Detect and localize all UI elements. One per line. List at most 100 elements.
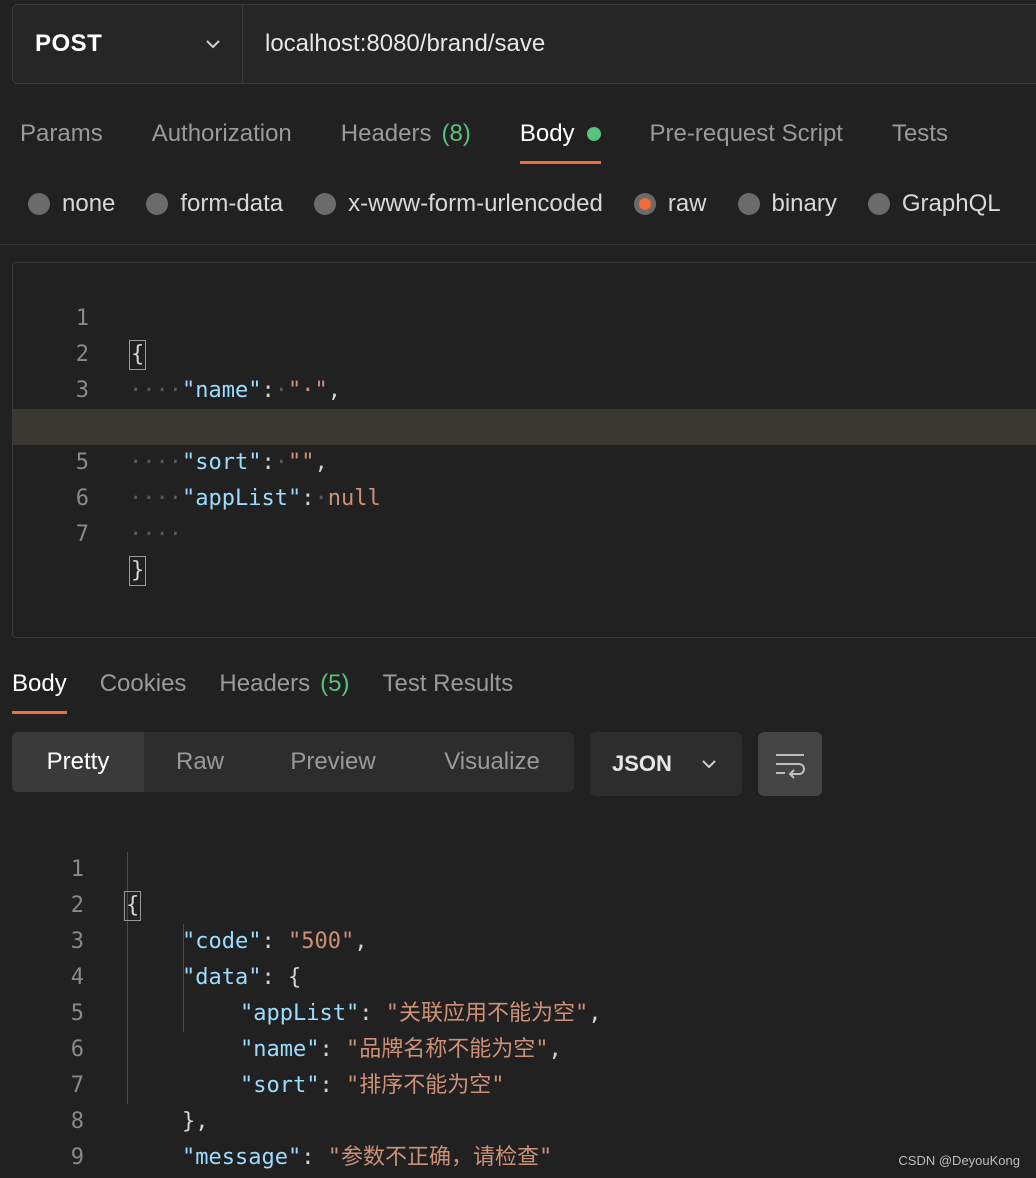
- line-number: 7: [75, 522, 89, 547]
- radio-label: raw: [667, 190, 707, 217]
- code-line: 5 "name": "品牌名称不能为空",: [0, 960, 562, 1062]
- json-value: "品牌名称不能为空": [345, 1037, 549, 1062]
- code-line: 4 ····"sort":·"",: [13, 373, 1036, 475]
- request-body-editor[interactable]: 1 { 2 ····"name":·"·", 3 ····"descriptio…: [12, 262, 1036, 638]
- tab-label: Body: [12, 670, 67, 697]
- radio-x-www-form-urlencoded[interactable]: x-www-form-urlencoded: [314, 190, 603, 218]
- headers-count: (8): [441, 120, 471, 147]
- format-label: JSON: [612, 751, 672, 776]
- json-key: "appList": [240, 1001, 360, 1026]
- format-select[interactable]: JSON: [590, 732, 742, 796]
- tab-label: Params: [20, 120, 103, 147]
- view-visualize[interactable]: Visualize: [410, 732, 574, 792]
- code-line: 7 },: [0, 1032, 209, 1134]
- radio-circle-icon: [28, 193, 50, 215]
- tab-label: Headers: [340, 120, 432, 147]
- radio-circle-icon: [314, 193, 337, 215]
- code-line: 2 ····"name":·"·",: [13, 301, 1036, 403]
- view-raw[interactable]: Raw: [144, 732, 256, 792]
- json-key: "data": [182, 965, 262, 990]
- tab-params[interactable]: Params: [20, 110, 103, 158]
- json-key: "name": [240, 1037, 320, 1062]
- comma: ,: [354, 929, 368, 954]
- tab-label: Cookies: [99, 670, 187, 697]
- radio-circle-icon: [146, 193, 169, 215]
- open-brace: {: [124, 891, 142, 921]
- tab-authorization[interactable]: Authorization: [152, 110, 292, 158]
- code-line: 1 {: [13, 265, 1036, 370]
- tab-label: Headers: [219, 670, 311, 697]
- request-bar: POST localhost:8080/brand/save: [12, 4, 1036, 84]
- tab-label: Body: [519, 120, 575, 147]
- radio-label: none: [62, 190, 116, 217]
- body-modified-dot-icon: [586, 127, 601, 141]
- code-line: 3 "data": {: [0, 888, 301, 990]
- response-body-viewer[interactable]: 1 { 2 "code": "500", 3 "data": { 4 "appL…: [0, 816, 1036, 1170]
- json-value: "500": [287, 929, 355, 954]
- indent: ····: [129, 522, 182, 547]
- code-line: 3 ····"description":·"",: [13, 337, 1036, 439]
- json-value: "排序不能为空": [345, 1073, 505, 1098]
- radio-label: form-data: [180, 190, 284, 217]
- comma: ,: [548, 1037, 562, 1062]
- code-line: 9 }: [0, 1104, 84, 1170]
- radio-label: binary: [771, 190, 837, 217]
- radio-binary[interactable]: binary: [737, 190, 837, 218]
- chevron-down-icon: [206, 40, 220, 49]
- response-tab-body[interactable]: Body: [12, 664, 67, 714]
- json-key: "sort": [240, 1073, 320, 1098]
- tab-body[interactable]: Body: [519, 110, 601, 164]
- radio-label: GraphQL: [901, 190, 1001, 217]
- radio-circle-icon: [737, 193, 760, 215]
- chevron-down-icon: [702, 760, 716, 769]
- body-type-radio-group: none form-data x-www-form-urlencoded raw…: [28, 186, 1032, 222]
- code-line: 7 }: [13, 481, 1036, 586]
- divider: [0, 244, 1036, 245]
- tab-label: Tests: [891, 120, 948, 147]
- radio-label: x-www-form-urlencoded: [348, 190, 603, 217]
- close-brace: }: [129, 556, 147, 586]
- radio-raw[interactable]: raw: [633, 190, 707, 218]
- radio-circle-icon: [867, 193, 890, 215]
- method-select[interactable]: POST: [13, 5, 243, 83]
- code-line: 1 {: [0, 816, 142, 921]
- radio-graphql[interactable]: GraphQL: [867, 190, 1001, 218]
- wrap-lines-icon: [776, 754, 805, 779]
- response-tab-headers[interactable]: Headers (5): [219, 664, 349, 704]
- request-tabs: Params Authorization Headers (8) Body Pr…: [20, 110, 997, 166]
- radio-none[interactable]: none: [28, 190, 115, 218]
- tab-headers[interactable]: Headers (8): [341, 110, 471, 158]
- line-number: 9: [70, 1145, 84, 1170]
- json-key: "code": [182, 929, 262, 954]
- tab-label: Pre-request Script: [649, 120, 843, 147]
- close-brace: },: [182, 1109, 209, 1134]
- url-input[interactable]: localhost:8080/brand/save: [243, 5, 1036, 83]
- headers-count: (5): [320, 670, 350, 697]
- method-label: POST: [35, 30, 103, 57]
- code-line: 6 "sort": "排序不能为空": [0, 996, 505, 1098]
- code-line: 4 "appList": "关联应用不能为空",: [0, 924, 602, 1026]
- response-tabs: Body Cookies Headers (5) Test Results: [12, 664, 546, 714]
- json-key: "message": [182, 1145, 302, 1170]
- json-value: "参数不正确，请检查": [327, 1145, 553, 1170]
- response-tab-cookies[interactable]: Cookies: [100, 664, 187, 704]
- code-line: 6 ····: [13, 445, 1036, 547]
- tab-pre-request-script[interactable]: Pre-request Script: [650, 110, 843, 158]
- watermark: CSDN @DeyouKong: [898, 1153, 1020, 1168]
- code-line: 8 "message": "参数不正确，请检查": [0, 1068, 552, 1170]
- comma: ,: [588, 1001, 602, 1026]
- view-pretty[interactable]: Pretty: [12, 732, 144, 792]
- code-line-highlighted: 5 ····"appList":·null: [13, 409, 1036, 511]
- json-value: "关联应用不能为空": [385, 1001, 589, 1026]
- tab-label: Authorization: [151, 120, 292, 147]
- view-mode-segmented: Pretty Raw Preview Visualize: [12, 732, 574, 792]
- wrap-lines-button[interactable]: [758, 732, 822, 796]
- tab-label: Test Results: [382, 670, 514, 697]
- radio-form-data[interactable]: form-data: [146, 190, 283, 218]
- open-brace: {: [287, 965, 302, 990]
- view-preview[interactable]: Preview: [256, 732, 410, 792]
- code-line: 2 "code": "500",: [0, 852, 368, 954]
- tab-tests[interactable]: Tests: [892, 110, 948, 158]
- radio-selected-icon: [633, 193, 656, 215]
- response-tab-test-results[interactable]: Test Results: [382, 664, 513, 704]
